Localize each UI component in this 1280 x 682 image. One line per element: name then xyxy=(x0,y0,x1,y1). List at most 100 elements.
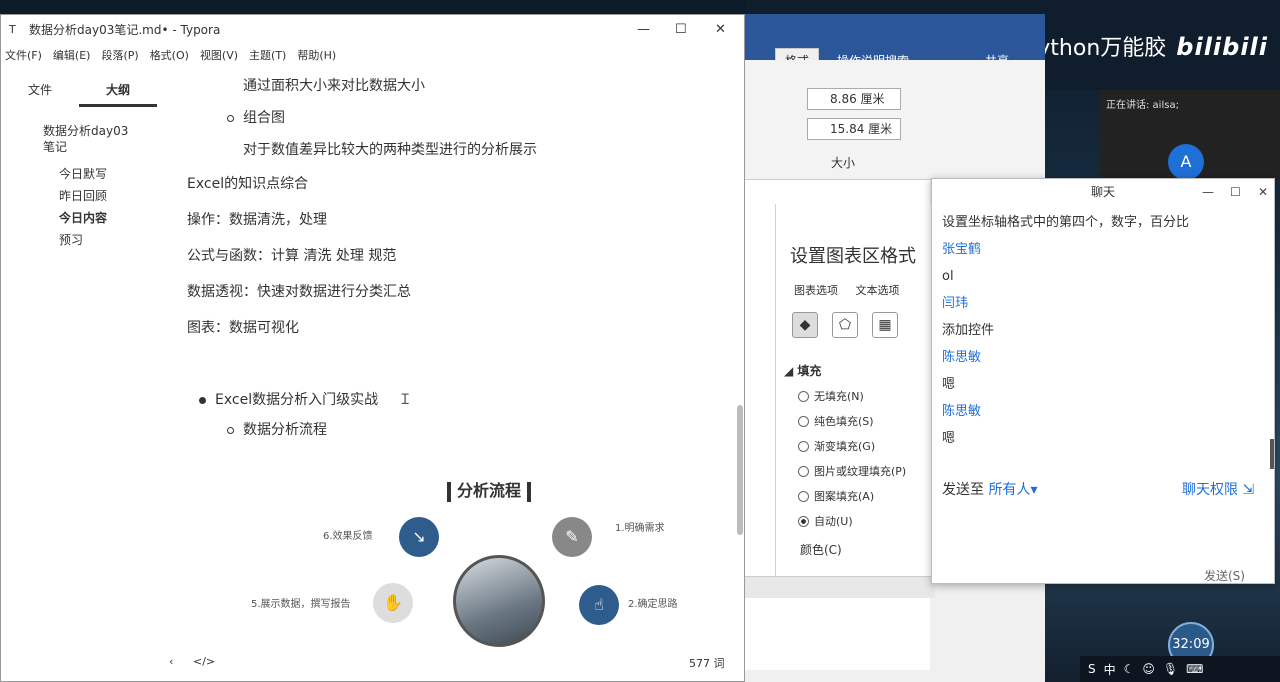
text-line: 对于数值差异比较大的两种类型进行的分析展示 xyxy=(243,142,537,158)
avatar[interactable]: A xyxy=(1168,144,1204,180)
radio-label: 自动(U) xyxy=(814,515,853,528)
flow-step-label: 1.明确需求 xyxy=(615,523,665,534)
radio-dot xyxy=(798,390,809,402)
menu-format[interactable]: 格式(O) xyxy=(150,45,189,67)
radio-automatic[interactable]: 自动(U) xyxy=(798,513,931,529)
speaking-indicator: 正在讲话: ailsa; xyxy=(1106,100,1179,111)
radio-picture-fill[interactable]: 图片或纹理填充(P) xyxy=(798,463,931,479)
color-label[interactable]: 颜色(C) xyxy=(800,541,931,558)
minimize-icon[interactable]: — xyxy=(1202,179,1214,205)
send-to-selector[interactable]: 发送至 所有人▾ xyxy=(942,479,1037,499)
source-mode-toggle[interactable]: </> xyxy=(193,655,215,668)
menu-edit[interactable]: 编辑(E) xyxy=(53,45,91,67)
word-count[interactable]: 577 词 xyxy=(689,655,725,671)
maximize-icon[interactable]: ☐ xyxy=(675,15,687,45)
fill-line-icon[interactable]: ◆ xyxy=(792,312,818,338)
typora-app-icon: T xyxy=(9,23,16,36)
height-input[interactable]: 8.86 厘米 xyxy=(807,88,901,110)
chat-message: 嗯 xyxy=(942,431,956,446)
tab-files[interactable]: 文件 xyxy=(1,77,79,107)
feedback-icon: ↘ xyxy=(399,517,439,557)
chat-sender: 陈思敏 xyxy=(942,404,982,419)
size-group-label: 大小 xyxy=(831,156,856,170)
width-input[interactable]: 15.84 厘米 xyxy=(807,118,901,140)
flow-step-label: 2.确定思路 xyxy=(628,599,678,610)
chat-message: 设置坐标轴格式中的第四个，数字，百分比 xyxy=(942,215,1190,230)
outline-item[interactable]: 预习 xyxy=(1,229,173,251)
outline-item-active[interactable]: 今日内容 xyxy=(1,207,173,229)
bullet-icon xyxy=(227,114,234,122)
fill-section-header[interactable]: ◢ 填充 xyxy=(784,362,931,379)
chat-window: 聊天 — ☐ ✕ 设置坐标轴格式中的第四个，数字，百分比 张宝鹤 ol 闫玮 添… xyxy=(931,178,1275,584)
radio-solid-fill[interactable]: 纯色填充(S) xyxy=(798,413,931,429)
outline-list: 数据分析day03笔记 今日默写 昨日回顾 今日内容 预习 xyxy=(1,123,173,251)
menu-view[interactable]: 视图(V) xyxy=(200,45,238,67)
emoji-icon[interactable]: ☺ xyxy=(1142,662,1155,676)
tab-outline[interactable]: 大纲 xyxy=(79,77,157,107)
radio-dot xyxy=(798,440,809,452)
list-item-text: 组合图 xyxy=(243,110,285,126)
chart-options-tab[interactable]: 图表选项 xyxy=(794,284,838,297)
ribbon-tabs: 格式 操作说明搜索 共享 xyxy=(745,14,1045,74)
effects-icon[interactable]: ⬠ xyxy=(832,312,858,338)
send-to-label: 发送至 xyxy=(942,482,984,498)
menu-paragraph[interactable]: 段落(P) xyxy=(101,45,138,67)
close-icon[interactable]: ✕ xyxy=(1258,179,1268,205)
expand-icon: ⇲ xyxy=(1242,482,1255,498)
menu-help[interactable]: 帮助(H) xyxy=(297,45,336,67)
menu-bar: 文件(F) 编辑(E) 段落(P) 格式(O) 视图(V) 主题(T) 帮助(H… xyxy=(1,45,744,67)
idea-icon: ☝ xyxy=(579,585,619,625)
chat-message: ol xyxy=(942,269,954,284)
outline-item-root[interactable]: 数据分析day03笔记 xyxy=(1,123,131,155)
chat-sender: 陈思敏 xyxy=(942,350,982,365)
radio-no-fill[interactable]: 无填充(N) xyxy=(798,388,931,404)
text-line: Excel的知识点综合 xyxy=(187,176,309,192)
moon-icon[interactable]: ☾ xyxy=(1124,662,1135,676)
list-item: Excel数据分析入门级实战 Ｉ xyxy=(199,389,412,409)
maximize-icon[interactable]: ☐ xyxy=(1230,179,1241,205)
ime-icon[interactable]: S xyxy=(1088,662,1096,676)
mic-icon[interactable]: 🎙 xyxy=(1163,662,1178,676)
radio-dot-selected xyxy=(798,515,809,527)
menu-file[interactable]: 文件(F) xyxy=(5,45,42,67)
sidebar: 文件 大纲 数据分析day03笔记 今日默写 昨日回顾 今日内容 预习 xyxy=(1,75,173,655)
text-line: 公式与函数：计算 清洗 处理 规范 xyxy=(187,248,397,264)
minimize-icon[interactable]: — xyxy=(637,15,650,45)
editor-scrollbar[interactable] xyxy=(737,405,743,535)
radio-pattern-fill[interactable]: 图案填充(A) xyxy=(798,488,931,504)
sidebar-toggle-icon[interactable]: ‹ xyxy=(169,655,173,668)
video-panel: 正在讲话: ailsa; A xyxy=(1100,90,1280,180)
typora-window: T 数据分析day03笔记.md• - Typora — ☐ ✕ 文件(F) 编… xyxy=(0,14,745,682)
send-button[interactable]: 发送(S) xyxy=(1204,567,1245,584)
text-options-tab[interactable]: 文本选项 xyxy=(856,284,900,297)
size-properties-icon[interactable]: ▦ xyxy=(872,312,898,338)
ime-mode[interactable]: 中 xyxy=(1104,661,1116,678)
flow-center-photo xyxy=(453,555,545,647)
watermark: Python万能胶 bilibili xyxy=(1024,30,1268,62)
title-bar-left xyxy=(447,481,451,502)
sidebar-tabs: 文件 大纲 xyxy=(1,77,173,107)
title-bar-right xyxy=(527,481,532,502)
keyboard-icon[interactable]: ⌨ xyxy=(1186,662,1203,676)
chat-title: 聊天 xyxy=(1090,185,1115,199)
dropdown-icon: ▾ xyxy=(1030,482,1038,498)
close-icon[interactable]: ✕ xyxy=(715,15,726,45)
pane-options: 图表选项 文本选项 xyxy=(794,282,931,298)
editor[interactable]: 通过面积大小来对比数据大小 组合图 对于数值差异比较大的两种类型进行的分析展示 … xyxy=(173,75,733,655)
flow-step-label: 5.展示数据，撰写报告 xyxy=(251,599,351,610)
bullet-icon xyxy=(227,426,234,434)
radio-gradient-fill[interactable]: 渐变填充(G) xyxy=(798,438,931,454)
list-item-text: 数据分析流程 xyxy=(243,422,327,438)
text-line: 数据透视：快速对数据进行分类汇总 xyxy=(187,284,411,300)
chat-permission-button[interactable]: 聊天权限 ⇲ xyxy=(1182,479,1254,499)
outline-item[interactable]: 今日默写 xyxy=(1,163,173,185)
ibeam-cursor-icon: Ｉ xyxy=(398,392,413,408)
pane-title: 设置图表区格式 xyxy=(790,246,916,267)
excel-statusbar xyxy=(745,576,935,598)
menu-theme[interactable]: 主题(T) xyxy=(249,45,286,67)
send-to-target: 所有人 xyxy=(988,482,1031,498)
radio-dot xyxy=(798,415,809,427)
chat-scrollbar[interactable] xyxy=(1270,439,1274,469)
report-icon: ✋ xyxy=(373,583,413,623)
outline-item[interactable]: 昨日回顾 xyxy=(1,185,173,207)
